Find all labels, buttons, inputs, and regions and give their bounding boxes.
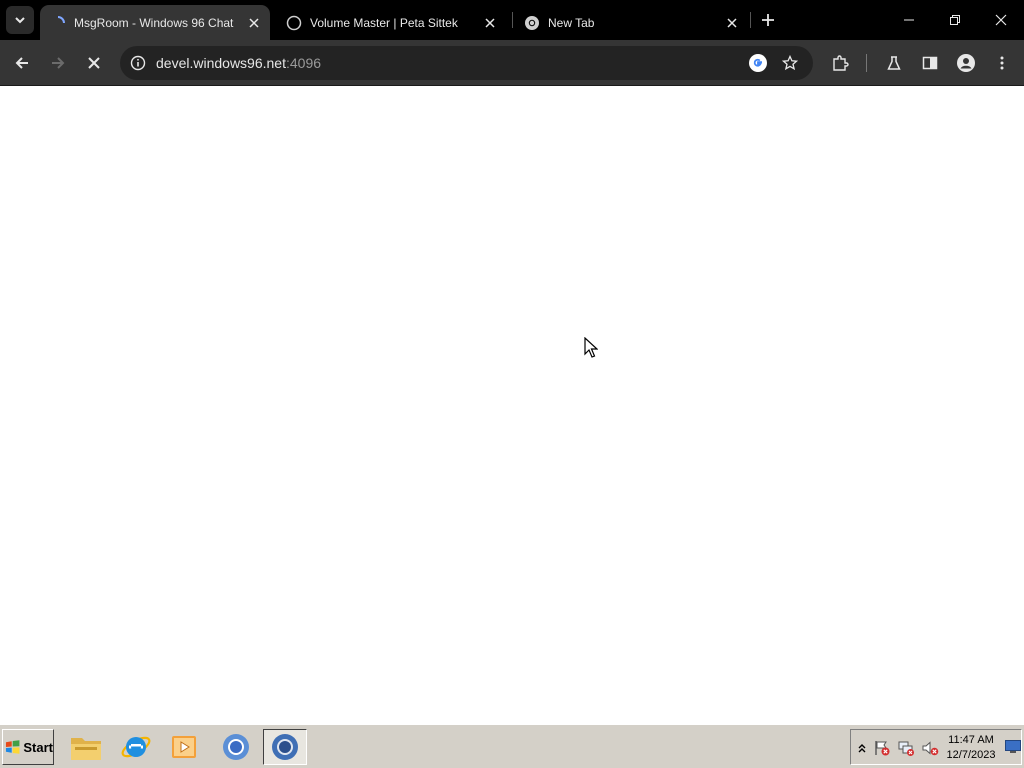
close-icon — [88, 57, 100, 69]
close-window-button[interactable] — [978, 0, 1024, 40]
show-hidden-icons-button[interactable] — [853, 739, 871, 757]
globe-icon — [286, 15, 302, 31]
chrome-icon — [223, 734, 249, 760]
system-tray: 11:47 AM 12/7/2023 — [850, 729, 1022, 765]
file-explorer-button[interactable] — [64, 729, 108, 765]
page-content[interactable] — [0, 87, 1024, 724]
address-bar[interactable]: devel.windows96.net:4096 — [120, 46, 813, 80]
arrow-left-icon — [15, 57, 28, 69]
close-icon[interactable] — [724, 15, 740, 31]
chevron-up-icon — [858, 744, 866, 753]
url-port: :4096 — [285, 55, 322, 71]
chrome-button[interactable] — [214, 729, 258, 765]
file-explorer-icon — [71, 738, 101, 760]
menu-button[interactable] — [986, 47, 1018, 79]
chrome-icon — [524, 15, 540, 31]
restore-button[interactable] — [932, 0, 978, 40]
tab-msgroom[interactable]: MsgRoom - Windows 96 Chat — [40, 5, 270, 40]
close-icon[interactable] — [482, 15, 498, 31]
minimize-icon — [904, 19, 914, 21]
side-panel-icon — [922, 56, 938, 70]
minimize-button[interactable] — [886, 0, 932, 40]
taskbar: Start 11:47 AM 12/7/2023 — [0, 724, 1024, 768]
windows-flag-icon — [5, 740, 20, 754]
forward-button[interactable] — [42, 47, 74, 79]
tab-volume-master[interactable]: Volume Master | Peta Sittek — [276, 5, 506, 40]
media-player-icon — [172, 736, 196, 758]
avatar-icon — [957, 54, 975, 72]
tab-divider — [512, 12, 513, 28]
tab-new-tab[interactable]: New Tab — [514, 5, 748, 40]
media-player-button[interactable] — [162, 729, 206, 765]
tab-strip: MsgRoom - Windows 96 Chat Volume Master … — [0, 0, 1024, 40]
tab-search-button[interactable] — [6, 6, 34, 34]
side-panel-button[interactable] — [914, 47, 946, 79]
volume-muted-icon[interactable] — [921, 739, 939, 757]
site-info-icon[interactable] — [128, 53, 148, 73]
internet-explorer-button[interactable] — [114, 729, 158, 765]
show-desktop-icon[interactable] — [1005, 740, 1021, 754]
more-vertical-icon — [1000, 56, 1004, 70]
chevron-down-icon — [15, 17, 25, 24]
extensions-button[interactable] — [824, 47, 856, 79]
tab-title: MsgRoom - Windows 96 Chat — [74, 15, 234, 30]
chromium-button[interactable] — [263, 729, 307, 765]
flask-icon — [887, 56, 901, 70]
google-lens-icon[interactable] — [748, 53, 768, 73]
puzzle-icon — [833, 55, 849, 71]
stop-loading-button[interactable] — [78, 47, 110, 79]
bookmark-star-icon[interactable] — [780, 53, 800, 73]
plus-icon — [762, 14, 774, 26]
chromium-icon — [272, 734, 298, 760]
mouse-cursor-icon — [584, 337, 598, 358]
start-label: Start — [23, 739, 53, 755]
network-icon[interactable] — [897, 739, 915, 757]
arrow-right-icon — [52, 57, 65, 69]
close-icon — [995, 14, 1007, 26]
toolbar-divider — [866, 54, 867, 72]
close-icon[interactable] — [246, 15, 262, 31]
browser-toolbar: devel.windows96.net:4096 — [0, 40, 1024, 86]
clock-date: 12/7/2023 — [946, 749, 996, 761]
back-button[interactable] — [6, 47, 38, 79]
action-center-icon[interactable] — [873, 739, 891, 757]
clock[interactable]: 11:47 AM 12/7/2023 — [944, 733, 998, 763]
url-text[interactable]: devel.windows96.net:4096 — [156, 55, 321, 71]
profile-button[interactable] — [950, 47, 982, 79]
labs-button[interactable] — [878, 47, 910, 79]
start-button[interactable]: Start — [2, 729, 54, 765]
internet-explorer-icon — [121, 736, 151, 758]
tab-divider — [750, 12, 751, 28]
new-tab-button[interactable] — [756, 8, 780, 32]
url-host: devel.windows96.net — [156, 55, 286, 71]
tab-title: New Tab — [548, 15, 595, 30]
loading-spinner-icon — [50, 15, 66, 31]
tab-title: Volume Master | Peta Sittek — [310, 15, 458, 30]
clock-time: 11:47 AM — [948, 734, 994, 746]
restore-icon — [950, 15, 960, 25]
